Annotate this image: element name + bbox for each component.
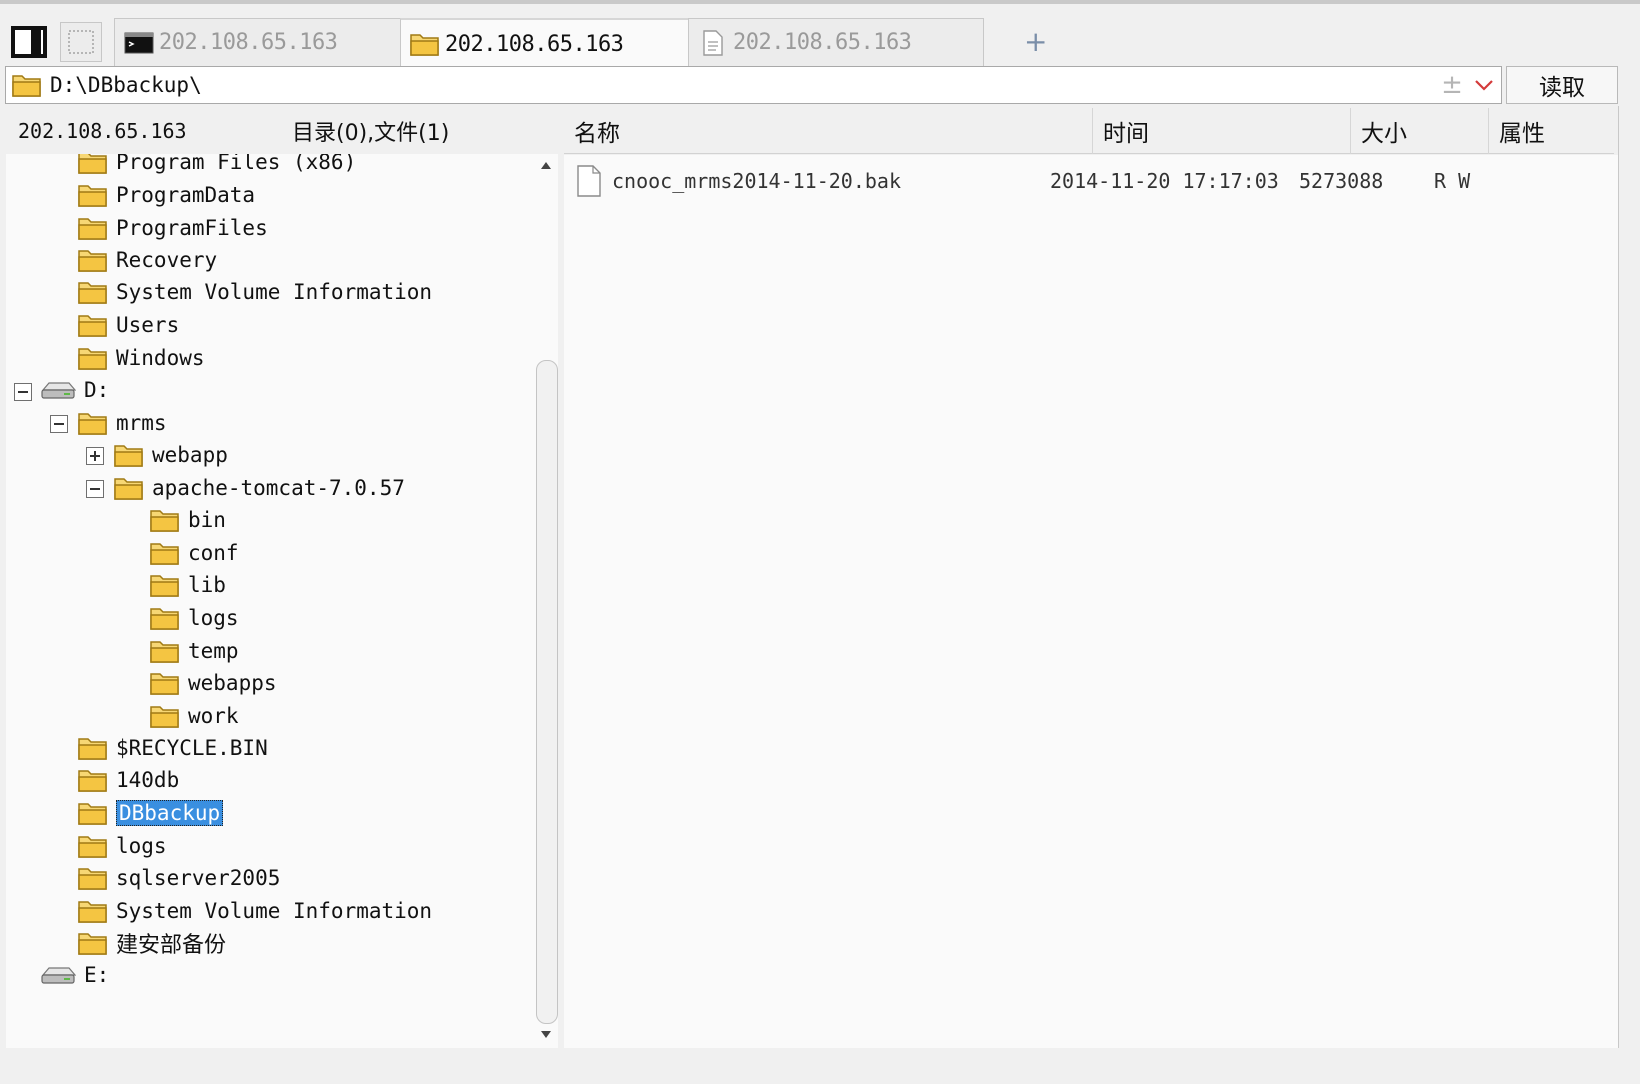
column-header-attributes[interactable]: 属性 bbox=[1488, 108, 1614, 154]
tree-node-drive-e[interactable]: E: bbox=[40, 959, 109, 991]
tree-node[interactable]: apache-tomcat-7.0.57 bbox=[114, 472, 405, 504]
folder-icon bbox=[150, 605, 180, 631]
collapse-toggle[interactable] bbox=[14, 383, 32, 401]
file-list: cnooc_mrms2014-11-20.bak 2014-11-20 17:1… bbox=[564, 155, 1618, 1048]
folder-icon bbox=[78, 215, 108, 241]
tree-node-selected[interactable]: DBbackup bbox=[78, 797, 224, 829]
folder-icon bbox=[409, 31, 441, 57]
folder-icon bbox=[12, 72, 42, 98]
tree-node[interactable]: webapps bbox=[150, 667, 277, 699]
folder-icon bbox=[150, 507, 180, 533]
read-button[interactable]: 读取 bbox=[1506, 66, 1618, 104]
tab-bar: 202.108.65.163 202.108.65.163 202.108.65… bbox=[0, 0, 1640, 68]
folder-icon bbox=[150, 670, 180, 696]
folder-icon bbox=[150, 703, 180, 729]
scroll-up-arrow-icon[interactable] bbox=[541, 162, 551, 169]
panel-toggle-button[interactable] bbox=[8, 22, 50, 62]
document-icon bbox=[697, 29, 729, 56]
tree-node[interactable]: ProgramData bbox=[78, 179, 255, 211]
address-bar[interactable]: D:\DBbackup\ ± bbox=[5, 66, 1502, 104]
tree-node[interactable]: Windows bbox=[78, 342, 205, 374]
tree-node[interactable]: Users bbox=[78, 309, 179, 341]
folder-icon bbox=[150, 572, 180, 598]
tree-node[interactable]: System Volume Information bbox=[78, 276, 432, 308]
list-right-edge bbox=[1618, 106, 1640, 1048]
folder-icon bbox=[78, 279, 108, 305]
tree-node[interactable]: ProgramFiles bbox=[78, 212, 268, 244]
tree-node[interactable]: 140db bbox=[78, 764, 179, 796]
file-name: cnooc_mrms2014-11-20.bak bbox=[612, 169, 901, 193]
folder-icon bbox=[114, 475, 144, 501]
address-input[interactable]: D:\DBbackup\ bbox=[50, 73, 1437, 97]
folder-icon bbox=[78, 182, 108, 208]
tab-label: 202.108.65.163 bbox=[159, 30, 338, 55]
folder-icon bbox=[78, 767, 108, 793]
tree-node[interactable]: $RECYCLE.BIN bbox=[78, 732, 268, 764]
tab-file-manager[interactable]: 202.108.65.163 bbox=[400, 18, 696, 68]
tree-node[interactable]: logs bbox=[150, 602, 239, 634]
folder-icon bbox=[78, 312, 108, 338]
tree-node[interactable]: Program Files (x86) bbox=[78, 154, 356, 178]
file-time: 2014-11-20 17:17:03 bbox=[1050, 169, 1279, 193]
open-folder-icon bbox=[78, 800, 108, 826]
tab-label: 202.108.65.163 bbox=[733, 30, 912, 55]
tree-node[interactable]: logs bbox=[78, 830, 167, 862]
file-size: 5273088 bbox=[1299, 169, 1384, 193]
tree-node[interactable]: lib bbox=[150, 569, 226, 601]
status-strip bbox=[0, 1048, 1640, 1084]
folder-icon bbox=[78, 865, 108, 891]
file-icon bbox=[576, 165, 602, 202]
tree-node[interactable]: work bbox=[150, 700, 239, 732]
terminal-icon bbox=[123, 30, 155, 56]
file-row[interactable]: cnooc_mrms2014-11-20.bak 2014-11-20 17:1… bbox=[564, 161, 1618, 201]
expand-toggle[interactable] bbox=[86, 447, 104, 465]
tree-node[interactable]: sqlserver2005 bbox=[78, 862, 280, 894]
item-counts: 目录(0),文件(1) bbox=[292, 121, 450, 146]
folder-icon bbox=[78, 898, 108, 924]
tree-node[interactable]: webapp bbox=[114, 439, 228, 471]
folder-icon bbox=[78, 930, 108, 956]
dotted-frame-icon bbox=[68, 30, 94, 54]
tree-node[interactable]: mrms bbox=[78, 407, 167, 439]
file-attributes: R W bbox=[1434, 169, 1471, 193]
column-header-time[interactable]: 时间 bbox=[1092, 108, 1350, 154]
new-tab-button[interactable]: + bbox=[1024, 28, 1047, 58]
screen-capture-button[interactable] bbox=[60, 22, 102, 62]
info-bar: 202.108.65.163 目录(0),文件(1) bbox=[0, 108, 560, 154]
column-header-name[interactable]: 名称 bbox=[564, 108, 1092, 154]
tree-node[interactable]: bin bbox=[150, 504, 226, 536]
folder-icon bbox=[78, 735, 108, 761]
chevron-down-icon[interactable] bbox=[1467, 70, 1501, 100]
folder-icon bbox=[78, 345, 108, 371]
file-list-header: 名称 时间 大小 属性 bbox=[564, 108, 1614, 154]
scroll-down-arrow-icon[interactable] bbox=[541, 1031, 551, 1038]
folder-icon bbox=[150, 540, 180, 566]
panel-layout-icon bbox=[11, 26, 47, 58]
tab-notepad[interactable]: 202.108.65.163 bbox=[688, 18, 984, 66]
column-header-size[interactable]: 大小 bbox=[1350, 108, 1488, 154]
drive-icon bbox=[40, 963, 76, 987]
folder-icon bbox=[78, 247, 108, 273]
tab-label: 202.108.65.163 bbox=[445, 31, 624, 57]
tree-node[interactable]: conf bbox=[150, 537, 239, 569]
tree-node-drive-d[interactable]: D: bbox=[40, 374, 109, 406]
host-address: 202.108.65.163 bbox=[18, 119, 187, 143]
plus-minus-icon[interactable]: ± bbox=[1437, 70, 1467, 100]
folder-icon bbox=[150, 638, 180, 664]
folder-icon bbox=[78, 833, 108, 859]
tree-node[interactable]: Recovery bbox=[78, 244, 217, 276]
tree-node[interactable]: 建安部备份 bbox=[78, 927, 226, 959]
tree-node[interactable]: temp bbox=[150, 635, 239, 667]
tree-scrollbar[interactable] bbox=[536, 154, 558, 1048]
folder-icon bbox=[114, 442, 144, 468]
collapse-toggle[interactable] bbox=[86, 480, 104, 498]
folder-icon bbox=[78, 410, 108, 436]
scrollbar-thumb[interactable] bbox=[536, 360, 558, 1024]
folder-icon bbox=[78, 154, 108, 175]
tab-terminal[interactable]: 202.108.65.163 bbox=[114, 18, 410, 66]
tree-node[interactable]: System Volume Information bbox=[78, 895, 432, 927]
directory-tree: Program Files (x86) ProgramData ProgramF… bbox=[6, 154, 536, 1048]
collapse-toggle[interactable] bbox=[50, 415, 68, 433]
drive-icon bbox=[40, 378, 76, 402]
